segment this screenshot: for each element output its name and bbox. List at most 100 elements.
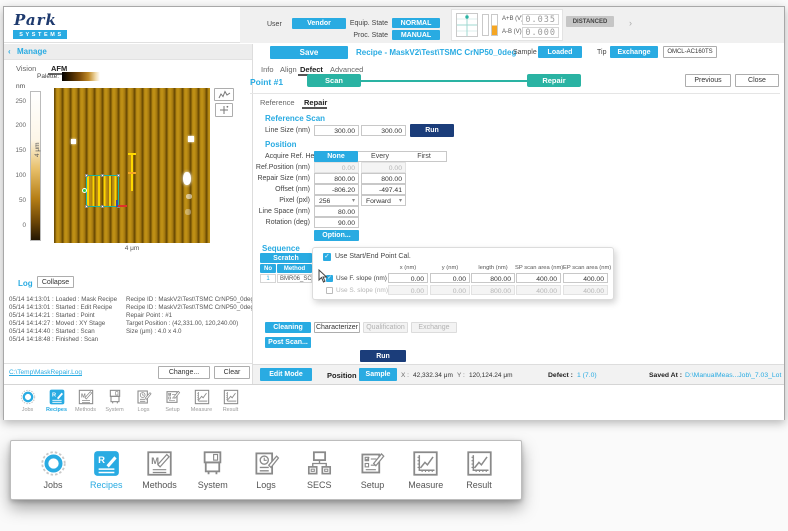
s-slope-x-input[interactable]: 0.00 bbox=[388, 285, 428, 295]
f-slope-length-input[interactable]: 800.00 bbox=[471, 273, 515, 283]
scratch-button[interactable]: Scratch bbox=[260, 253, 312, 263]
s-slope-y-input[interactable]: 0.00 bbox=[430, 285, 470, 295]
toolbar-item-measure[interactable]: Measure bbox=[187, 385, 216, 420]
proc-state-badge[interactable]: MANUAL bbox=[392, 30, 440, 40]
line-profile-button[interactable] bbox=[215, 103, 233, 117]
callout-item-recipes[interactable]: Recipes bbox=[80, 450, 132, 490]
tab-vision[interactable]: Vision bbox=[16, 64, 36, 73]
repair-size-x-input[interactable]: 800.00 bbox=[314, 173, 359, 184]
tab-align[interactable]: Align bbox=[280, 65, 297, 74]
collapse-panel-icon[interactable]: ‹ bbox=[8, 47, 11, 56]
close-button[interactable]: Close bbox=[735, 74, 779, 87]
callout-item-logs[interactable]: Logs bbox=[240, 450, 292, 490]
callout-item-setup[interactable]: Setup bbox=[347, 450, 399, 490]
ref-position-y-input[interactable]: 0.00 bbox=[361, 162, 406, 173]
f-slope-y-input[interactable]: 0.00 bbox=[430, 273, 470, 283]
sample-state-button[interactable]: Loaded bbox=[538, 46, 582, 58]
offset-x-input[interactable]: -806.20 bbox=[314, 184, 359, 195]
offset-y-input[interactable]: -497.41 bbox=[361, 184, 406, 195]
use-cal-checkbox[interactable] bbox=[323, 253, 331, 261]
afm-image[interactable] bbox=[54, 88, 210, 243]
edit-mode-button[interactable]: Edit Mode bbox=[260, 368, 312, 381]
toolbar-item-jobs[interactable]: Jobs bbox=[13, 385, 42, 420]
callout-item-jobs[interactable]: Jobs bbox=[27, 450, 79, 490]
s-slope-length-input[interactable]: 800.00 bbox=[471, 285, 515, 295]
callout-item-system[interactable]: System bbox=[187, 450, 239, 490]
sample-coordinate-button[interactable]: Sample bbox=[359, 368, 397, 381]
result-chart-icon bbox=[466, 450, 493, 477]
callout-item-result[interactable]: Result bbox=[453, 450, 505, 490]
sequence-row-no[interactable]: 1 bbox=[260, 274, 276, 283]
sequence-row-method[interactable]: BMR06_SC_C bbox=[277, 274, 312, 283]
line-space-input[interactable]: 80.00 bbox=[314, 206, 359, 217]
palette-gradient-bar[interactable] bbox=[62, 72, 100, 81]
saved-at-value: D:\ManualMeas...Job\_7.03_Lot bbox=[685, 372, 781, 379]
log-collapse-button[interactable]: Collapse bbox=[37, 276, 74, 288]
post-scan-button[interactable]: Post Scan... bbox=[265, 337, 311, 348]
histogram-button[interactable] bbox=[214, 88, 234, 101]
toolbar-item-setup[interactable]: Setup bbox=[158, 385, 187, 420]
rotation-input[interactable]: 90.00 bbox=[314, 217, 359, 228]
line-profile-icon bbox=[219, 105, 229, 115]
s-slope-ep-input[interactable]: 400.00 bbox=[563, 285, 608, 295]
scan-direction-select[interactable]: Forward bbox=[361, 195, 406, 206]
toolbar-item-system[interactable]: System bbox=[100, 385, 129, 420]
f-slope-x-input[interactable]: 0.00 bbox=[388, 273, 428, 283]
line-size-y-input[interactable]: 300.00 bbox=[361, 125, 406, 136]
acquire-first-option[interactable]: First bbox=[402, 151, 446, 162]
log-clear-button[interactable]: Clear bbox=[214, 366, 250, 379]
callout-item-measure[interactable]: Measure bbox=[400, 450, 452, 490]
a-plus-b-label: A+B (V) bbox=[502, 16, 523, 22]
subtab-repair[interactable]: Repair bbox=[304, 98, 327, 107]
tab-defect[interactable]: Defect bbox=[300, 65, 323, 74]
repair-size-y-input[interactable]: 800.00 bbox=[361, 173, 406, 184]
ref-position-x-input[interactable]: 0.00 bbox=[314, 162, 359, 173]
toolbar-item-result[interactable]: Result bbox=[216, 385, 245, 420]
save-button[interactable]: Save bbox=[270, 46, 348, 59]
col-header-sp: SP scan area (nm) bbox=[515, 265, 562, 271]
tab-info[interactable]: Info bbox=[261, 65, 274, 74]
f-slope-ep-input[interactable]: 400.00 bbox=[563, 273, 608, 283]
tip-model-button[interactable]: OMCL-AC160TS bbox=[663, 46, 717, 58]
exchange-button[interactable]: Exchange bbox=[411, 322, 457, 333]
reference-run-button[interactable]: Run bbox=[410, 124, 454, 137]
previous-button[interactable]: Previous bbox=[685, 74, 731, 87]
pixel-select[interactable]: 256 bbox=[314, 195, 359, 206]
jobs-icon bbox=[20, 389, 36, 405]
characterizer-button[interactable]: Characterizer bbox=[314, 322, 360, 333]
toolbar-item-logs[interactable]: Logs bbox=[129, 385, 158, 420]
s-slope-sp-input[interactable]: 400.00 bbox=[516, 285, 561, 295]
run-button[interactable]: Run bbox=[360, 350, 406, 362]
stage-scan-pill[interactable]: Scan bbox=[307, 74, 361, 87]
acquire-every-option[interactable]: Every bbox=[358, 151, 402, 162]
option-button[interactable]: Option... bbox=[314, 230, 359, 241]
stage-repair-pill[interactable]: Repair bbox=[527, 74, 581, 87]
toolbar-item-methods[interactable]: Methods bbox=[71, 385, 100, 420]
defect-mark bbox=[186, 194, 192, 199]
tab-advanced[interactable]: Advanced bbox=[330, 65, 363, 74]
log-path-link[interactable]: C:\Temp\MaskRepair.Log bbox=[9, 369, 82, 376]
defect-label: Defect : bbox=[548, 372, 573, 379]
selection-anchor-handle[interactable] bbox=[82, 188, 87, 193]
scale-unit-label: nm bbox=[16, 83, 25, 90]
subtab-reference[interactable]: Reference bbox=[260, 98, 295, 107]
tip-exchange-button[interactable]: Exchange bbox=[610, 46, 658, 58]
callout-item-secs[interactable]: SECS bbox=[293, 450, 345, 490]
scale-tick: 150 bbox=[6, 147, 26, 154]
toolbar-item-recipes[interactable]: Recipes bbox=[42, 385, 71, 420]
log-change-button[interactable]: Change... bbox=[158, 366, 210, 379]
acquire-none-option[interactable]: None bbox=[314, 151, 358, 162]
repair-selection-rect[interactable] bbox=[86, 175, 119, 207]
y-axis-label: 4 μm bbox=[34, 142, 41, 157]
distanced-button[interactable]: DISTANCED bbox=[566, 16, 614, 27]
qualification-button[interactable]: Qualification bbox=[363, 322, 408, 333]
user-role-button[interactable]: Vendor bbox=[292, 18, 346, 29]
callout-item-methods[interactable]: Methods bbox=[134, 450, 186, 490]
line-size-x-input[interactable]: 300.00 bbox=[314, 125, 359, 136]
chevron-right-icon[interactable]: › bbox=[629, 18, 632, 28]
f-slope-sp-input[interactable]: 400.00 bbox=[516, 273, 561, 283]
s-slope-checkbox[interactable] bbox=[326, 287, 333, 294]
position-title: Position bbox=[265, 140, 297, 149]
cleaning-button[interactable]: Cleaning bbox=[265, 322, 311, 333]
equip-state-badge[interactable]: NORMAL bbox=[392, 18, 440, 28]
